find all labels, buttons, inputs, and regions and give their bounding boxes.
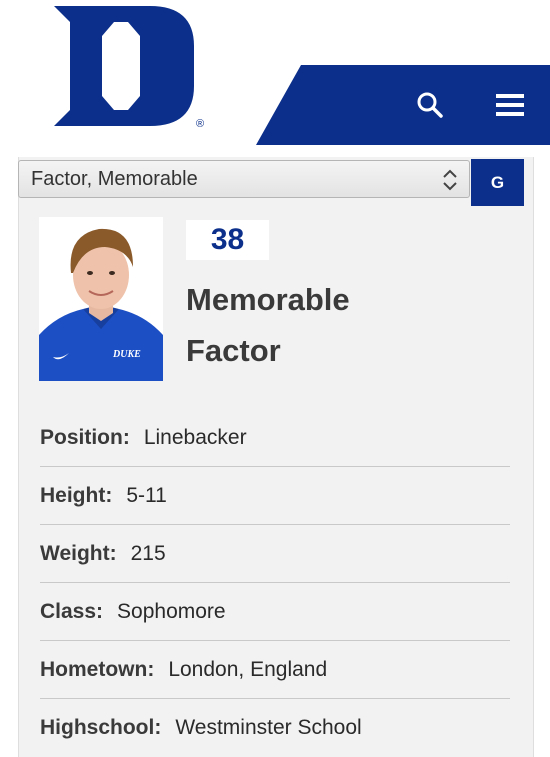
position-value: Linebacker xyxy=(143,425,247,449)
hamburger-menu-icon[interactable] xyxy=(490,85,530,125)
search-icon[interactable] xyxy=(410,85,450,125)
class-value: Sophomore xyxy=(117,599,226,623)
highschool-label: Highschool: xyxy=(40,716,162,739)
hometown-row: Hometown: London, England xyxy=(40,641,510,699)
highschool-value: Westminster School xyxy=(175,716,362,739)
height-value: 5-11 xyxy=(126,483,167,507)
class-label: Class: xyxy=(40,599,104,623)
shirt-logo-text: DUKE xyxy=(112,349,141,360)
duke-d-logo[interactable]: ® xyxy=(52,6,208,130)
weight-label: Weight: xyxy=(40,541,117,565)
player-photo: DUKE xyxy=(39,217,163,381)
roster-select-value: Factor, Memorable xyxy=(31,167,198,190)
weight-value: 215 xyxy=(130,541,166,565)
player-last-name: Factor xyxy=(186,333,281,368)
position-label: Position: xyxy=(40,425,130,449)
highschool-row: Highschool: Westminster School xyxy=(40,699,510,757)
class-row: Class: Sophomore xyxy=(40,583,510,641)
hometown-value: London, England xyxy=(168,657,328,681)
registered-mark: ® xyxy=(196,118,204,130)
hometown-label: Hometown: xyxy=(40,657,155,681)
jersey-number: 38 xyxy=(186,220,269,260)
go-button[interactable]: G xyxy=(471,159,524,206)
roster-select[interactable]: Factor, Memorable xyxy=(18,160,470,198)
height-label: Height: xyxy=(40,483,113,507)
player-first-name: Memorable xyxy=(186,282,350,317)
chevron-up-down-icon xyxy=(443,169,457,191)
height-row: Height: 5-11 xyxy=(40,467,510,525)
position-row: Position: Linebacker xyxy=(40,409,510,467)
weight-row: Weight: 215 xyxy=(40,525,510,583)
